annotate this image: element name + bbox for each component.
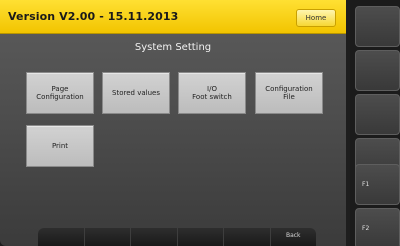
- page-configuration-button[interactable]: Page Configuration: [26, 72, 94, 114]
- side-key-2[interactable]: [355, 50, 400, 91]
- softkey-3[interactable]: [131, 228, 178, 246]
- side-key-1[interactable]: [355, 6, 400, 47]
- bottom-softkey-bar: Back: [38, 228, 316, 246]
- title-bar: Version V2.00 - 15.11.2013 Home: [0, 0, 346, 34]
- stored-values-button[interactable]: Stored values: [102, 72, 170, 114]
- home-button[interactable]: Home: [296, 9, 336, 27]
- softkey-5[interactable]: [224, 228, 271, 246]
- back-button[interactable]: Back: [271, 228, 317, 246]
- device-screen: Version V2.00 - 15.11.2013 Home System S…: [0, 0, 400, 246]
- print-button[interactable]: Print: [26, 125, 94, 167]
- panel-title: System Setting: [134, 42, 212, 53]
- f1-key[interactable]: F1: [355, 164, 400, 205]
- softkey-1[interactable]: [38, 228, 85, 246]
- configuration-file-button[interactable]: Configuration File: [255, 72, 323, 114]
- io-foot-switch-button[interactable]: I/O Foot switch: [178, 72, 246, 114]
- version-label: Version V2.00 - 15.11.2013: [8, 10, 179, 23]
- softkey-4[interactable]: [178, 228, 224, 246]
- side-key-panel: F1 F2: [350, 0, 400, 246]
- main-panel: Version V2.00 - 15.11.2013 Home System S…: [0, 0, 346, 246]
- softkey-2[interactable]: [85, 228, 131, 246]
- side-key-3[interactable]: [355, 94, 400, 135]
- f2-key[interactable]: F2: [355, 208, 400, 246]
